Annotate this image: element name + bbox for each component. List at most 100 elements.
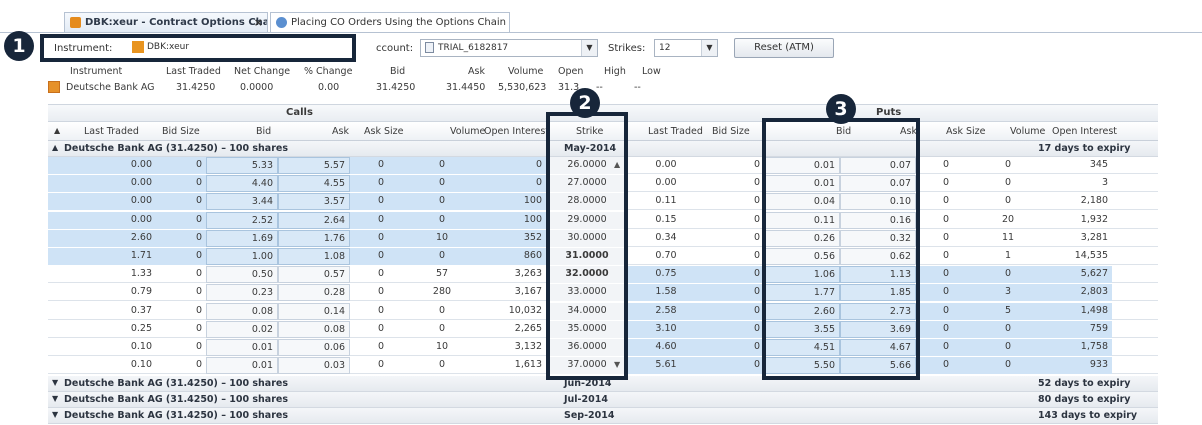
cell-c-ask[interactable]: 0.08 [278, 320, 350, 338]
cell-p-asz: 0 [916, 357, 976, 375]
callout-badge-1: 1 [4, 31, 34, 61]
cell-p-last: 4.60 [628, 339, 704, 356]
cell-p-asz: 0 [942, 195, 950, 207]
col-put-ask-size[interactable]: Ask Size [946, 126, 985, 137]
cell-c-last: 0.00 [48, 157, 156, 174]
collapse-icon[interactable]: ▲ [52, 143, 58, 152]
cell-p-bsz: 0 [753, 250, 760, 261]
cell-c-bid[interactable]: 0.08 [206, 302, 278, 320]
cell-c-bsz: 0 [156, 229, 206, 247]
cell-c-bid[interactable]: 0.50 [206, 266, 278, 284]
cell-c-ask[interactable]: 0.14 [278, 302, 350, 320]
col-put-oi[interactable]: Open Interest [1052, 126, 1117, 137]
expiry-days: 80 days to expiry [1038, 394, 1131, 405]
strikes-select[interactable]: 12 ▼ [654, 39, 718, 57]
tab-label: Placing CO Orders Using the Options Chai… [291, 17, 507, 28]
cell-c-ask[interactable]: 0.03 [278, 357, 350, 375]
cell-p-last: 0.15 [655, 213, 677, 225]
quote-value: 31.4250 [376, 82, 416, 93]
cell-c-bsz: 0 [195, 359, 202, 371]
cell-c-oi: 0 [472, 175, 546, 193]
col-call-ask[interactable]: Ask [332, 126, 349, 137]
quote-col: Last Traded [166, 66, 221, 77]
col-call-bid-size[interactable]: Bid Size [162, 126, 200, 137]
cell-p-last: 0.00 [655, 159, 677, 170]
cell-c-asz: 0 [350, 248, 412, 265]
cell-c-asz: 0 [377, 322, 385, 334]
callout-instrument-box [40, 34, 356, 62]
chevron-down-icon[interactable]: ▼ [701, 40, 717, 56]
calls-label: Calls [286, 107, 313, 118]
cell-c-vol: 0 [412, 175, 472, 193]
account-select[interactable]: TRIAL_6182817 ▼ [420, 39, 598, 57]
quote-header: Instrument Last Traded Net Change % Chan… [48, 66, 688, 80]
cell-c-ask[interactable]: 5.57 [278, 157, 350, 174]
cell-p-bsz: 0 [704, 284, 764, 302]
cell-p-oi: 933 [1040, 357, 1112, 375]
cell-p-vol: 1 [1004, 250, 1012, 261]
col-put-bid-size[interactable]: Bid Size [712, 126, 750, 137]
cell-c-bid[interactable]: 1.69 [206, 229, 278, 247]
cell-c-ask[interactable]: 0.57 [278, 266, 350, 284]
cell-c-bid[interactable]: 3.44 [206, 193, 278, 211]
cell-c-bsz: 0 [195, 341, 202, 352]
expand-icon[interactable]: ▼ [52, 394, 58, 403]
cell-c-ask[interactable]: 4.55 [278, 175, 350, 193]
cell-c-ask[interactable]: 0.06 [278, 339, 350, 356]
tab-close-icon[interactable]: × [254, 13, 263, 32]
cell-c-bid[interactable]: 0.01 [206, 339, 278, 356]
col-put-volume[interactable]: Volume [1010, 126, 1045, 137]
col-call-bid[interactable]: Bid [256, 126, 271, 137]
cell-c-oi: 3,132 [514, 341, 542, 352]
quote-col: Ask [468, 66, 485, 77]
cell-p-asz: 0 [942, 213, 950, 225]
quote-row[interactable]: Deutsche Bank AG 31.4250 0.0000 0.00 31.… [48, 80, 748, 96]
chevron-down-icon[interactable]: ▼ [581, 40, 597, 56]
cell-p-asz: 0 [942, 177, 950, 189]
cell-c-bid[interactable]: 2.52 [206, 211, 278, 229]
col-call-ask-size[interactable]: Ask Size [364, 126, 403, 137]
cell-p-last: 0.34 [655, 231, 677, 243]
expand-icon[interactable]: ▼ [52, 378, 58, 387]
cell-p-bsz: 0 [704, 357, 764, 375]
tab-help-article[interactable]: Placing CO Orders Using the Options Chai… [270, 12, 510, 32]
sort-up-icon[interactable]: ▲ [54, 126, 60, 135]
cell-p-oi: 14,535 [1074, 250, 1108, 261]
cell-c-ask[interactable]: 1.76 [278, 229, 350, 247]
callout-put-bid-ask-box [762, 118, 920, 380]
expand-icon[interactable]: ▼ [52, 410, 58, 419]
cell-c-bid[interactable]: 1.00 [206, 248, 278, 265]
cell-p-last: 0.70 [655, 250, 677, 261]
cell-c-bid[interactable]: 0.02 [206, 320, 278, 338]
expiry-label: Deutsche Bank AG (31.4250) – 100 shares [64, 410, 288, 421]
cell-c-bid[interactable]: 5.33 [206, 157, 278, 174]
cell-p-asz: 0 [942, 159, 950, 170]
cell-c-bid[interactable]: 0.01 [206, 357, 278, 375]
tab-options-chain[interactable]: DBK:xeur - Contract Options Chain × [64, 12, 268, 32]
cell-c-ask[interactable]: 3.57 [278, 193, 350, 211]
cell-p-vol: 0 [976, 339, 1040, 356]
expiry-row[interactable]: ▼ Deutsche Bank AG (31.4250) – 100 share… [48, 408, 1158, 424]
expiry-row[interactable]: ▼ Deutsche Bank AG (31.4250) – 100 share… [48, 392, 1158, 408]
cell-c-last: 0.00 [48, 175, 156, 193]
col-put-last[interactable]: Last Traded [648, 126, 703, 137]
cell-c-asz: 0 [377, 359, 385, 371]
cell-c-bid[interactable]: 0.23 [206, 284, 278, 302]
cell-c-oi: 2,265 [514, 322, 542, 334]
col-call-last[interactable]: Last Traded [84, 126, 139, 137]
cell-c-ask[interactable]: 0.28 [278, 284, 350, 302]
col-call-oi[interactable]: Open Interest [484, 126, 549, 137]
cell-c-ask[interactable]: 1.08 [278, 248, 350, 265]
reset-atm-button[interactable]: Reset (ATM) [734, 38, 834, 58]
cell-p-bsz: 0 [704, 266, 764, 284]
cell-p-vol: 0 [976, 266, 1040, 284]
quote-col: % Change [304, 66, 353, 77]
cell-c-oi: 860 [472, 248, 546, 265]
col-call-volume[interactable]: Volume [450, 126, 485, 137]
cell-c-bid[interactable]: 4.40 [206, 175, 278, 193]
cell-c-bsz: 0 [156, 248, 206, 265]
cell-p-bsz: 0 [704, 302, 764, 320]
callout-badge-2: 2 [570, 88, 600, 118]
cell-c-ask[interactable]: 2.64 [278, 211, 350, 229]
cell-c-vol: 10 [412, 229, 472, 247]
